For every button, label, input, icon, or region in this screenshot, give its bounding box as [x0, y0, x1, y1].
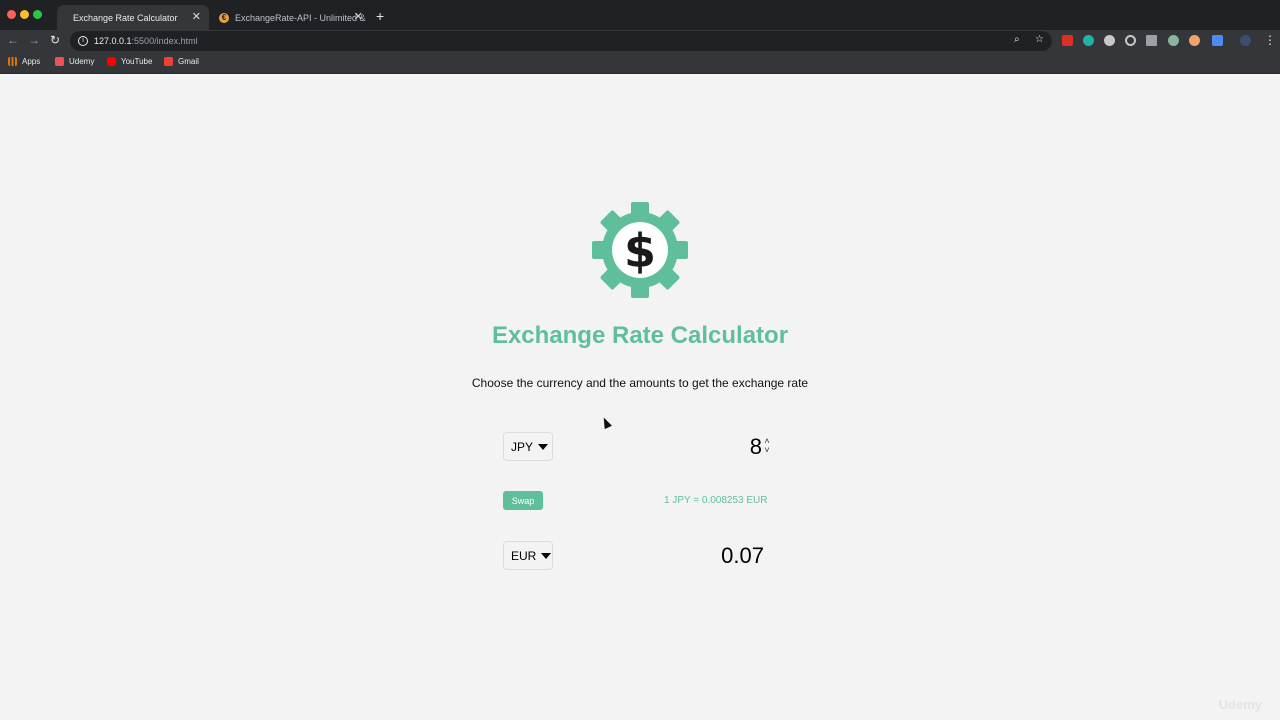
tab-exchange-rate-calculator[interactable]: Exchange Rate Calculator ✕: [57, 5, 209, 30]
currency-one-select[interactable]: JPY: [503, 432, 553, 461]
page-subtitle: Choose the currency and the amounts to g…: [471, 376, 809, 390]
close-tab-icon[interactable]: ✕: [354, 10, 363, 23]
bookmark-apps[interactable]: Apps: [8, 57, 40, 66]
zoom-icon[interactable]: ⌕: [1014, 34, 1020, 45]
udemy-watermark: Udemy: [1218, 697, 1262, 712]
currency-two-select[interactable]: EUR: [503, 541, 553, 570]
extension-icon[interactable]: [1125, 35, 1136, 46]
extension-icon[interactable]: [1146, 35, 1157, 46]
chevron-down-icon: [538, 443, 549, 450]
udemy-icon: [55, 57, 64, 66]
extension-icon[interactable]: [1212, 35, 1223, 46]
minimize-window-button[interactable]: [20, 10, 29, 19]
swap-button[interactable]: Swap: [503, 491, 543, 510]
mouse-cursor-icon: [600, 415, 612, 430]
new-tab-icon[interactable]: +: [376, 8, 384, 24]
euro-favicon-icon: €: [219, 12, 229, 23]
browser-toolbar: ← → ↻ i 127.0.0.1 :5500/index.html ⌕ ☆ ⋮: [0, 30, 1280, 52]
bookmark-udemy[interactable]: Udemy: [55, 57, 94, 66]
youtube-icon: [107, 57, 116, 66]
currency-one-value: JPY: [511, 439, 534, 454]
tab-title: ExchangeRate-API - Unlimited &: [235, 12, 366, 23]
bookmark-gmail[interactable]: Gmail: [164, 57, 199, 66]
currency-two-value: EUR: [511, 548, 537, 563]
browser-tab-bar: Exchange Rate Calculator ✕ € ExchangeRat…: [0, 0, 1280, 30]
bookmark-label: Apps: [22, 57, 41, 66]
url-host: 127.0.0.1: [94, 36, 132, 46]
extension-icon[interactable]: [1189, 35, 1200, 46]
bookmark-youtube[interactable]: YouTube: [107, 57, 152, 66]
chevron-down-icon: [541, 552, 552, 559]
svg-text:$: $: [624, 224, 656, 278]
extension-icon[interactable]: [1168, 35, 1179, 46]
extension-icon[interactable]: [1104, 35, 1115, 46]
page-title: Exchange Rate Calculator: [491, 322, 789, 349]
number-spinner-icon[interactable]: ˄ ˅: [762, 437, 772, 457]
address-bar[interactable]: i 127.0.0.1 :5500/index.html ⌕ ☆: [70, 31, 1052, 51]
gmail-icon: [164, 57, 173, 66]
bookmark-label: YouTube: [121, 57, 153, 66]
apps-grid-icon: [8, 57, 17, 66]
profile-avatar-icon[interactable]: [1240, 35, 1251, 46]
tab-exchangerate-api[interactable]: € ExchangeRate-API - Unlimited & ✕: [211, 5, 371, 30]
url-path: :5500/index.html: [131, 36, 198, 46]
exchange-rate-text: 1 JPY = 0.008253 EUR: [664, 495, 768, 506]
tab-title: Exchange Rate Calculator: [73, 12, 178, 23]
maximize-window-button[interactable]: [33, 10, 42, 19]
close-window-button[interactable]: [7, 10, 16, 19]
extension-icon[interactable]: [1062, 35, 1073, 46]
bookmarks-bar: Apps Udemy YouTube Gmail: [0, 52, 1280, 74]
dollar-gear-icon: $: [590, 200, 690, 300]
bookmark-label: Udemy: [69, 57, 95, 66]
amount-two-input[interactable]: 0.07: [700, 542, 764, 570]
bookmark-star-icon[interactable]: ☆: [1035, 34, 1044, 45]
reload-icon[interactable]: ↻: [50, 33, 60, 47]
bookmark-label: Gmail: [178, 57, 199, 66]
back-arrow-icon[interactable]: ←: [7, 33, 19, 47]
info-icon[interactable]: i: [78, 36, 88, 46]
menu-kebab-icon[interactable]: ⋮: [1264, 33, 1276, 47]
extension-icon[interactable]: [1083, 35, 1094, 46]
close-tab-icon[interactable]: ✕: [192, 10, 201, 23]
forward-arrow-icon[interactable]: →: [28, 33, 40, 47]
